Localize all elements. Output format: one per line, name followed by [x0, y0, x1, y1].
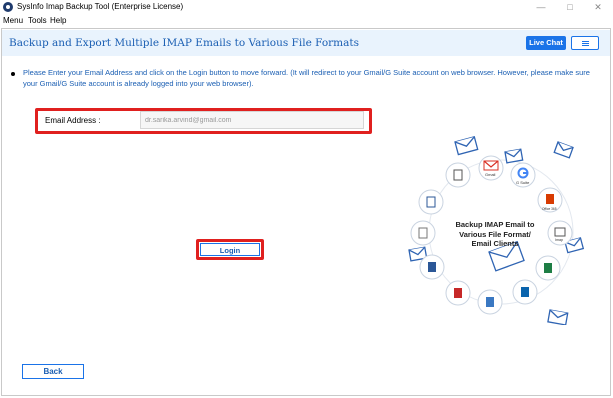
mbox-icon [486, 297, 494, 307]
hamburger-icon [582, 41, 589, 42]
app-logo-icon [3, 2, 13, 12]
page-title: Backup and Export Multiple IMAP Emails t… [9, 37, 359, 49]
doc-icon [428, 262, 436, 272]
title-bar: SysInfo Imap Backup Tool (Enterprise Lic… [0, 0, 613, 15]
hamburger-menu-button[interactable] [571, 36, 599, 50]
live-chat-button[interactable]: Live Chat [526, 36, 566, 50]
gmail-caption: Gmail [485, 172, 496, 177]
back-button[interactable]: Back [22, 364, 84, 379]
office365-icon [546, 194, 554, 204]
bullet-icon [11, 72, 15, 76]
window-title: SysInfo Imap Backup Tool (Enterprise Lic… [17, 2, 184, 11]
imap-icon [554, 227, 566, 237]
login-button[interactable]: Login [200, 243, 260, 256]
maximize-icon[interactable]: □ [555, 0, 585, 15]
email-field[interactable] [140, 111, 364, 129]
menu-item-tools[interactable]: Tools [28, 16, 47, 25]
office365-caption: Office 365 [542, 207, 557, 211]
illustration-caption: Backup IMAP Email to Various File Format… [455, 220, 535, 248]
outlook-icon [521, 287, 529, 297]
menu-item-menu[interactable]: Menu [3, 16, 23, 25]
excel-icon [544, 263, 552, 273]
pst-icon [453, 169, 463, 181]
gsuite-caption: G Suite [516, 180, 530, 185]
email-label: Email Address : [45, 116, 101, 125]
gmail-icon [483, 160, 499, 171]
minimize-icon[interactable]: — [526, 0, 556, 15]
instructions-text: Please Enter your Email Address and clic… [23, 68, 590, 88]
close-icon[interactable]: ✕ [583, 0, 613, 15]
menu-bar: Menu Tools Help [0, 15, 613, 27]
menu-item-help[interactable]: Help [50, 16, 66, 25]
eml-icon [418, 227, 428, 239]
msg-icon [426, 196, 436, 208]
pdf-icon [454, 288, 462, 298]
imap-caption: Imap [555, 238, 563, 242]
